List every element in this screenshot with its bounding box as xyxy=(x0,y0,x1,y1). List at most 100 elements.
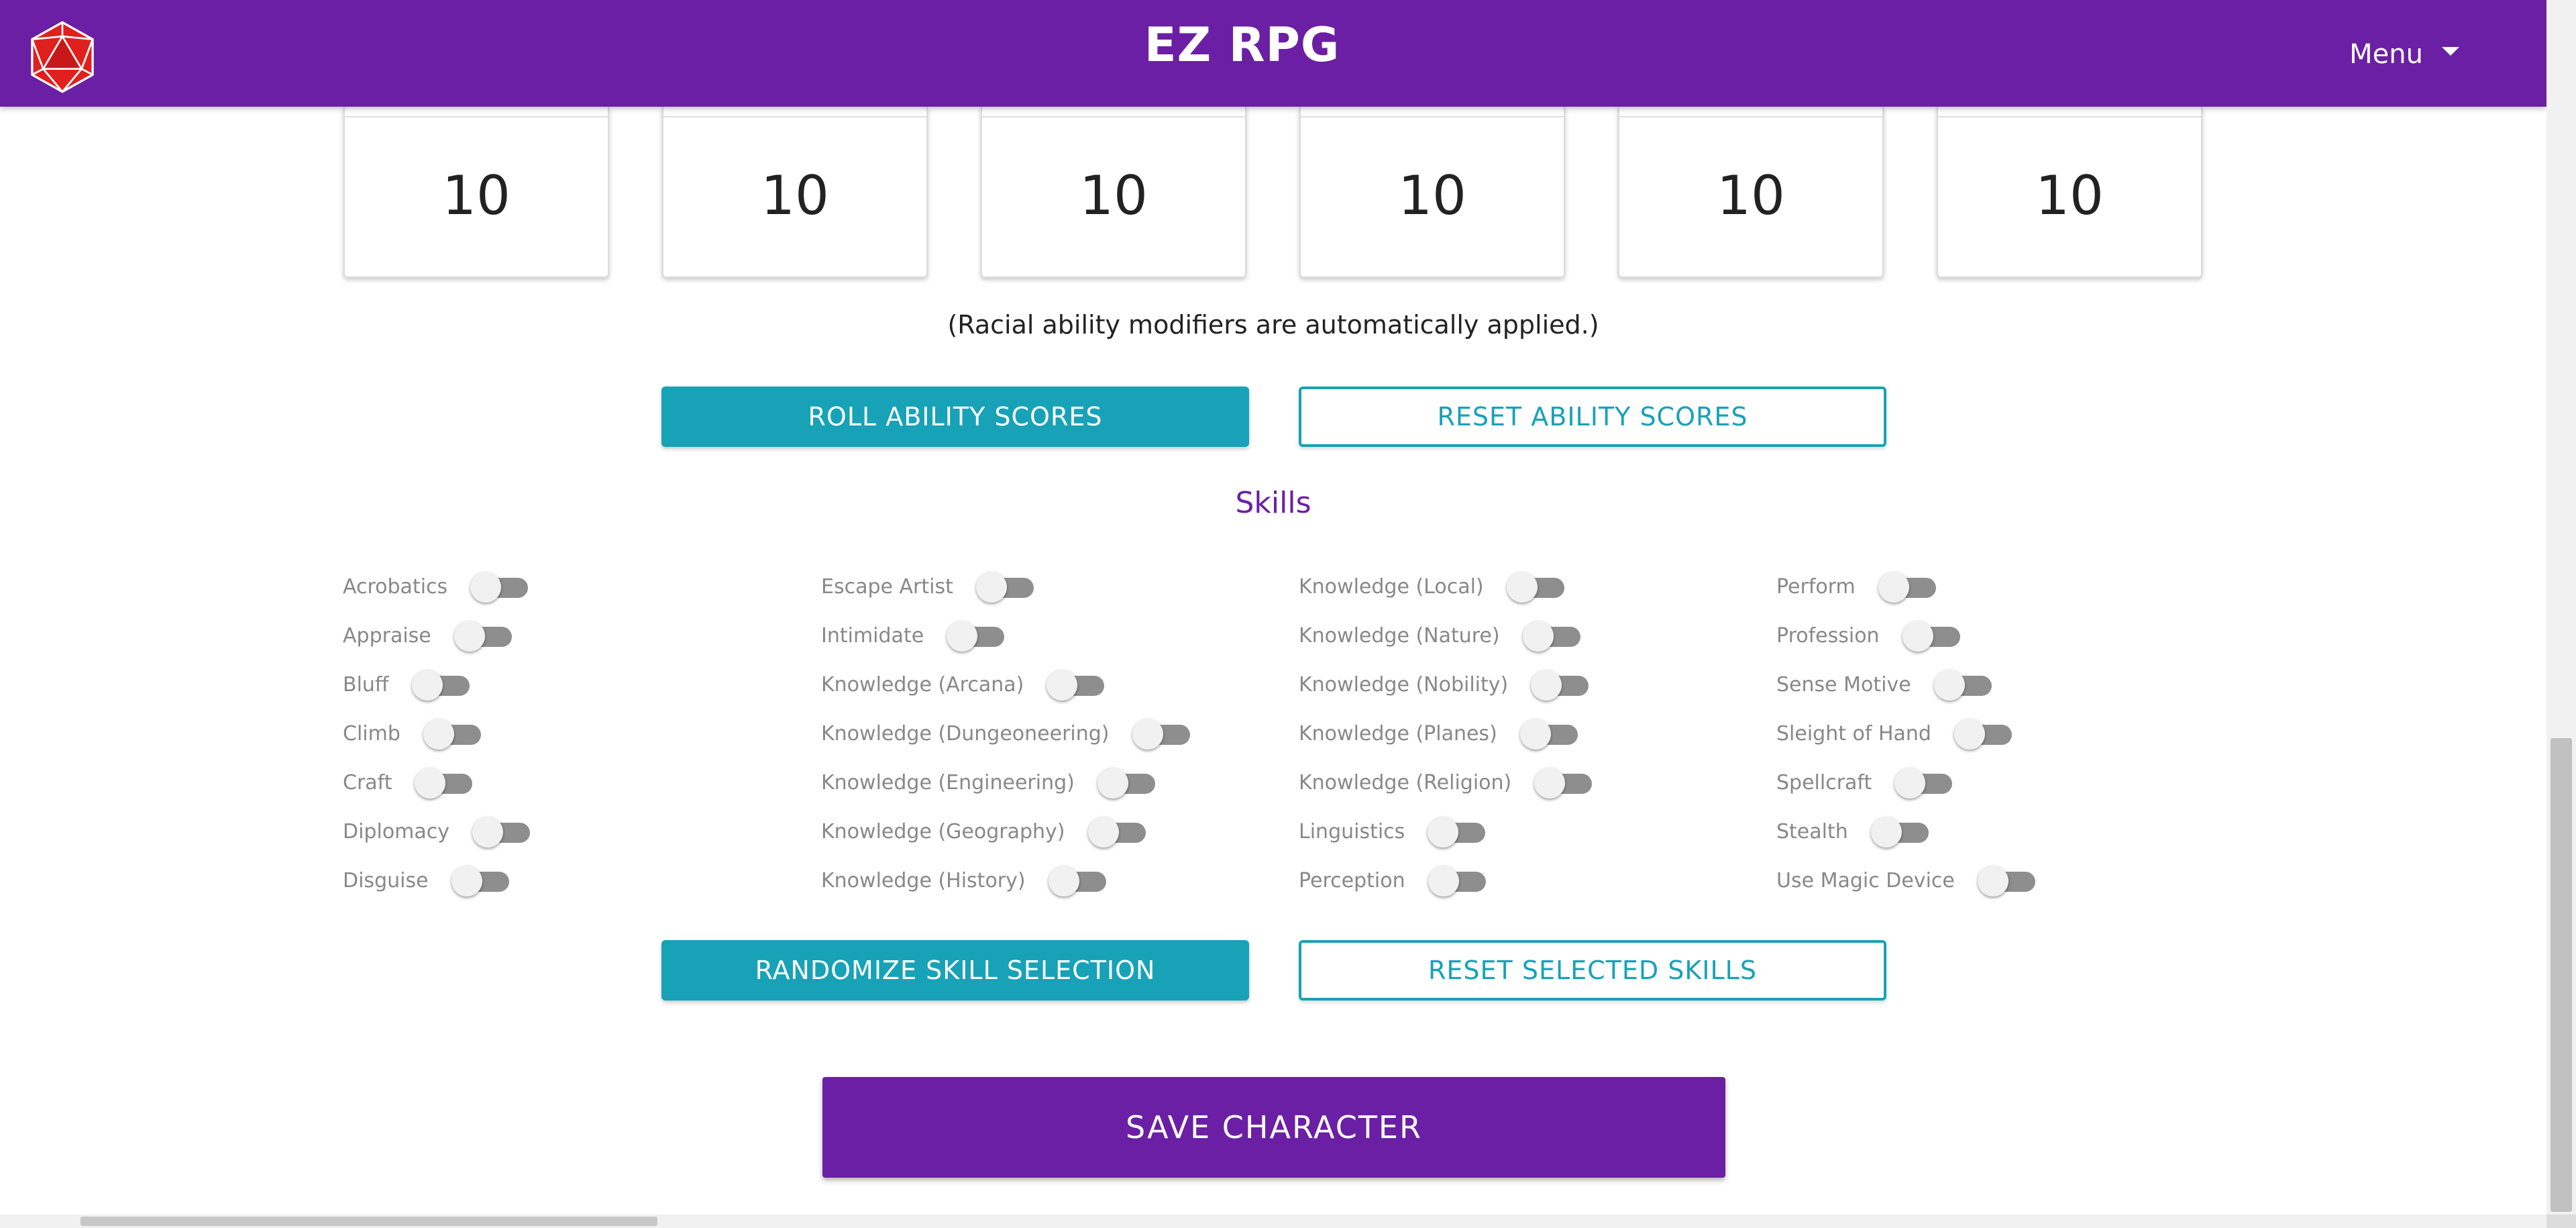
skill-toggle[interactable] xyxy=(1870,816,1929,848)
skill-label: Knowledge (History) xyxy=(821,869,1026,892)
skill-toggle[interactable] xyxy=(1977,865,2035,897)
reset-skills-button[interactable]: RESET SELECTED SKILLS xyxy=(1299,940,1886,1001)
toggle-knob xyxy=(470,571,502,603)
toggle-knob xyxy=(1097,767,1128,799)
skill-label: Knowledge (Arcana) xyxy=(821,673,1024,697)
save-character-button[interactable]: SAVE CHARACTER xyxy=(822,1077,1725,1178)
skill-label: Sleight of Hand xyxy=(1776,722,1931,746)
skill-toggle[interactable] xyxy=(1534,767,1593,799)
brand-title[interactable]: EZ RPG xyxy=(0,17,2484,72)
skill-row: Spellcraft xyxy=(1776,758,2035,807)
skill-label: Climb xyxy=(343,722,400,746)
toggle-knob xyxy=(947,620,978,652)
skill-toggle[interactable] xyxy=(947,620,1005,652)
skill-toggle[interactable] xyxy=(1519,718,1578,750)
skill-row: Knowledge (Planes) xyxy=(1299,709,1592,758)
skills-column-3: Knowledge (Local) Knowledge (Nature) Kno… xyxy=(1299,562,1593,905)
reset-ability-scores-button[interactable]: RESET ABILITY SCORES xyxy=(1299,387,1886,447)
skill-toggle[interactable] xyxy=(1046,669,1105,701)
toggle-knob xyxy=(1953,718,1985,750)
ability-score-row: 10 10 10 10 10 10 xyxy=(343,107,2206,279)
skill-label: Acrobatics xyxy=(343,575,448,599)
skill-label: Appraise xyxy=(343,624,431,648)
skill-toggle[interactable] xyxy=(975,571,1034,603)
skill-label: Perform xyxy=(1776,575,1856,599)
skill-row: Intimidate xyxy=(821,611,1190,660)
skill-toggle[interactable] xyxy=(1878,571,1936,603)
skill-row: Disguise xyxy=(343,856,530,905)
skill-label: Use Magic Device xyxy=(1776,869,1955,892)
skill-row: Knowledge (Local) xyxy=(1299,562,1592,611)
skill-toggle[interactable] xyxy=(1902,620,1960,652)
vertical-scrollbar[interactable] xyxy=(2546,0,2576,1215)
skill-row: Knowledge (Geography) xyxy=(821,807,1190,856)
skill-toggle[interactable] xyxy=(451,865,509,897)
toggle-knob xyxy=(975,571,1007,603)
skill-toggle[interactable] xyxy=(411,669,470,701)
skill-toggle[interactable] xyxy=(1097,767,1155,799)
skill-toggle[interactable] xyxy=(472,816,531,848)
toggle-knob xyxy=(1506,571,1538,603)
skill-toggle[interactable] xyxy=(1048,865,1106,897)
skill-row: Knowledge (History) xyxy=(821,856,1190,905)
racial-modifier-note: (Racial ability modifiers are automatica… xyxy=(947,310,1599,340)
toggle-knob xyxy=(1977,865,2008,897)
skill-row: Knowledge (Nobility) xyxy=(1299,660,1592,709)
toggle-knob xyxy=(1870,816,1902,848)
ability-score-card[interactable]: 10 xyxy=(1299,107,1565,278)
ability-score-card[interactable]: 10 xyxy=(343,107,609,278)
skill-row: Perception xyxy=(1299,856,1592,905)
skill-row: Stealth xyxy=(1776,807,2035,856)
skill-toggle[interactable] xyxy=(1428,816,1486,848)
skill-label: Bluff xyxy=(343,673,389,697)
ability-score-card[interactable]: 10 xyxy=(981,107,1246,278)
navbar: EZ RPG Menu xyxy=(0,0,2546,107)
skill-toggle[interactable] xyxy=(1428,865,1486,897)
skill-toggle[interactable] xyxy=(1087,816,1146,848)
card-divider xyxy=(1938,116,2201,117)
toggle-knob xyxy=(415,767,446,799)
skill-toggle[interactable] xyxy=(470,571,529,603)
randomize-skills-button[interactable]: RANDOMIZE SKILL SELECTION xyxy=(661,940,1249,1001)
toggle-knob xyxy=(1087,816,1119,848)
roll-ability-scores-button[interactable]: ROLL ABILITY SCORES xyxy=(661,387,1249,447)
skill-toggle[interactable] xyxy=(1531,669,1589,701)
skill-label: Knowledge (Nobility) xyxy=(1299,673,1509,697)
skill-label: Stealth xyxy=(1776,820,1848,843)
horizontal-scrollbar[interactable] xyxy=(0,1215,2546,1228)
skill-label: Knowledge (Geography) xyxy=(821,820,1065,843)
ability-score-card[interactable]: 10 xyxy=(1618,107,1884,278)
toggle-knob xyxy=(1894,767,1926,799)
toggle-knob xyxy=(1522,620,1554,652)
skill-toggle[interactable] xyxy=(453,620,512,652)
card-divider xyxy=(345,116,608,117)
ability-score-card[interactable]: 10 xyxy=(1937,107,2202,278)
toggle-knob xyxy=(411,669,443,701)
skill-label: Escape Artist xyxy=(821,575,953,599)
card-divider xyxy=(1619,116,1882,117)
skill-toggle[interactable] xyxy=(1953,718,2012,750)
menu-label: Menu xyxy=(2349,39,2423,70)
skill-toggle[interactable] xyxy=(1132,718,1190,750)
skill-toggle[interactable] xyxy=(1894,767,1953,799)
ability-score-value: 10 xyxy=(1398,164,1466,227)
menu-dropdown[interactable]: Menu xyxy=(2349,39,2459,70)
horizontal-scroll-thumb[interactable] xyxy=(80,1217,657,1226)
skill-toggle[interactable] xyxy=(423,718,481,750)
skill-row: Profession xyxy=(1776,611,2035,660)
ability-score-card[interactable]: 10 xyxy=(662,107,928,278)
toggle-knob xyxy=(1132,718,1163,750)
skill-row: Knowledge (Religion) xyxy=(1299,758,1593,807)
skill-toggle[interactable] xyxy=(1506,571,1564,603)
toggle-knob xyxy=(1048,865,1079,897)
skill-toggle[interactable] xyxy=(1933,669,1992,701)
toggle-knob xyxy=(472,816,504,848)
skill-toggle[interactable] xyxy=(415,767,473,799)
skills-column-4: Perform Profession Sense Motive Sleight … xyxy=(1776,562,2035,905)
skill-toggle[interactable] xyxy=(1522,620,1580,652)
skill-label: Sense Motive xyxy=(1776,673,1911,697)
toggle-knob xyxy=(1902,620,1933,652)
skill-row: Diplomacy xyxy=(343,807,531,856)
vertical-scroll-thumb[interactable] xyxy=(2551,738,2572,1212)
skill-label: Perception xyxy=(1299,869,1405,892)
